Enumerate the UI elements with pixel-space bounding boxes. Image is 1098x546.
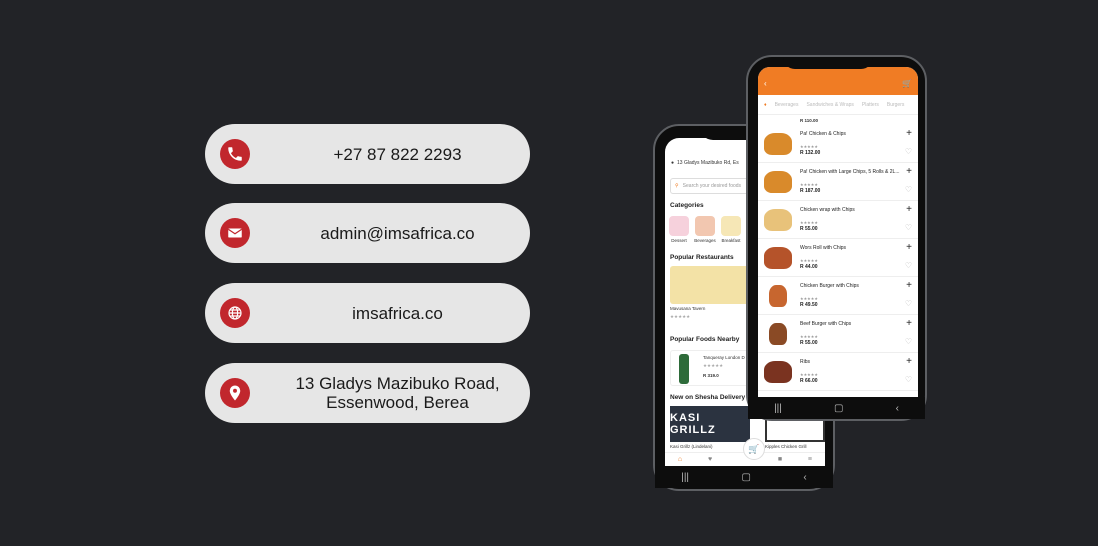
tab-beverages[interactable]: Beverages	[775, 102, 799, 108]
new-item-2: Kipples Chicken Grill	[765, 444, 807, 449]
burger-image	[769, 285, 787, 307]
add-item-icon[interactable]: +	[906, 318, 912, 329]
orders-tab-icon[interactable]: ■	[778, 456, 782, 463]
recents-icon[interactable]: |||	[681, 472, 689, 483]
tab-platters[interactable]: Platters	[862, 102, 879, 108]
tab-burgers[interactable]: Burgers	[887, 102, 905, 108]
cart-fab-icon[interactable]: 🛒	[743, 438, 765, 460]
menu-item[interactable]: Wors Roll with Chips ★★★★★ R 44.00 + ♡	[758, 239, 918, 277]
favorite-icon[interactable]: ♡	[905, 147, 912, 156]
food-name: Tanqueray London D	[703, 355, 745, 360]
restaurant-rating: ★★★★★	[670, 314, 691, 319]
popular-foods-title: Popular Foods Nearby	[670, 336, 740, 343]
email-icon	[220, 218, 250, 248]
category-dessert[interactable]: Dessert	[668, 216, 690, 243]
back-button-icon[interactable]: ‹	[803, 472, 806, 483]
search-icon: ⚲	[675, 183, 679, 189]
menu-item[interactable]: Ribs ★★★★★ R 66.00 + ♡	[758, 353, 918, 391]
email-text: admin@imsafrica.co	[320, 223, 475, 243]
system-nav-bar: ||| ▢ ‹	[655, 466, 833, 488]
new-on-delivery-title: New on Shesha Delivery	[670, 394, 746, 401]
back-button-icon[interactable]: ‹	[896, 403, 899, 414]
phone-notch	[783, 57, 873, 69]
email-contact-pill[interactable]: admin@imsafrica.co	[205, 203, 530, 263]
menu-item[interactable]: Pa! Chicken with Large Chips, 5 Rolls & …	[758, 163, 918, 201]
add-item-icon[interactable]: +	[906, 356, 912, 367]
menu-item[interactable]: Pa! Chicken & Chips ★★★★★ R 132.00 + ♡	[758, 125, 918, 163]
website-contact-pill[interactable]: imsafrica.co	[205, 283, 530, 343]
address-text: 13 Gladys Mazibuko Road, Essenwood, Bere…	[295, 374, 500, 412]
menu-item[interactable]: Beef Burger with Chips ★★★★★ R 55.00 + ♡	[758, 315, 918, 353]
home-button-icon[interactable]: ▢	[742, 472, 751, 483]
restaurant-name: Mavusana Tavern	[670, 306, 706, 311]
tab-sandwiches[interactable]: Sandwiches & Wraps	[806, 102, 853, 108]
favorite-icon[interactable]: ♡	[905, 223, 912, 232]
favorite-icon[interactable]: ♡	[905, 185, 912, 194]
new-item-1: Kasi Grillz (Lindelani)	[670, 444, 713, 449]
add-item-icon[interactable]: +	[906, 128, 912, 139]
chicken-image	[764, 133, 792, 155]
category-beverages[interactable]: Beverages	[694, 216, 716, 243]
menu-item[interactable]: Chicken Burger with Chips ★★★★★ R 49.50 …	[758, 277, 918, 315]
map-pin-icon: ●	[671, 160, 675, 166]
beverage-icon	[695, 216, 715, 236]
kasi-grillz-logo[interactable]: KASI GRILLZ	[670, 406, 750, 442]
back-arrow-icon[interactable]: ‹	[764, 79, 767, 88]
menu-category-tabs: ♦ Beverages Sandwiches & Wraps Platters …	[758, 95, 918, 115]
add-item-icon[interactable]: +	[906, 280, 912, 291]
home-button-icon[interactable]: ▢	[834, 403, 843, 414]
favorite-icon[interactable]: ♡	[905, 375, 912, 384]
categories-title: Categories	[670, 202, 704, 209]
chicken-image	[764, 171, 792, 193]
home-tab-icon[interactable]: ⌂	[678, 456, 682, 463]
add-item-icon[interactable]: +	[906, 242, 912, 253]
delivery-address[interactable]: ● 13 Gladys Mazibuko Rd, Es	[671, 160, 739, 166]
utensils-icon[interactable]: ♦	[764, 102, 767, 108]
favorite-icon[interactable]: ♡	[905, 261, 912, 270]
restaurant-image[interactable]	[670, 266, 750, 304]
website-text: imsafrica.co	[352, 303, 443, 323]
menu-screen: ‹ 🛒 ♦ Beverages Sandwiches & Wraps Platt…	[758, 67, 918, 397]
breakfast-icon	[721, 216, 741, 236]
phone-icon	[220, 139, 250, 169]
food-price: R 319.0	[703, 373, 719, 378]
burger-image	[769, 323, 787, 345]
phone-mockup-menu: ‹ 🛒 ♦ Beverages Sandwiches & Wraps Platt…	[746, 55, 927, 421]
popular-restaurants-title: Popular Restaurants	[670, 254, 734, 261]
category-breakfast[interactable]: Breakfast	[720, 216, 742, 243]
cart-icon[interactable]: 🛒	[902, 79, 912, 88]
wrap-image	[764, 209, 792, 231]
favorite-icon[interactable]: ♡	[905, 299, 912, 308]
menu-tab-icon[interactable]: ≡	[808, 456, 812, 463]
location-pin-icon	[220, 378, 250, 408]
partial-item-price: R 110.00	[800, 118, 819, 123]
add-item-icon[interactable]: +	[906, 204, 912, 215]
address-contact-pill[interactable]: 13 Gladys Mazibuko Road, Essenwood, Bere…	[205, 363, 530, 423]
bottle-image	[679, 354, 689, 384]
food-rating: ★★★★★	[703, 363, 724, 368]
dessert-icon	[669, 216, 689, 236]
favorite-icon[interactable]: ♡	[905, 337, 912, 346]
ribs-image	[764, 361, 792, 383]
favorites-tab-icon[interactable]: ♥	[708, 456, 712, 463]
recents-icon[interactable]: |||	[774, 403, 782, 414]
phone-contact-pill[interactable]: +27 87 822 2293	[205, 124, 530, 184]
wors-roll-image	[764, 247, 792, 269]
add-item-icon[interactable]: +	[906, 166, 912, 177]
globe-icon	[220, 298, 250, 328]
menu-top-bar: ‹ 🛒	[758, 67, 918, 95]
menu-item[interactable]: Chicken wrap with Chips ★★★★★ R 55.00 + …	[758, 201, 918, 239]
system-nav-bar: ||| ▢ ‹	[748, 397, 925, 419]
phone-number-text: +27 87 822 2293	[333, 144, 462, 164]
